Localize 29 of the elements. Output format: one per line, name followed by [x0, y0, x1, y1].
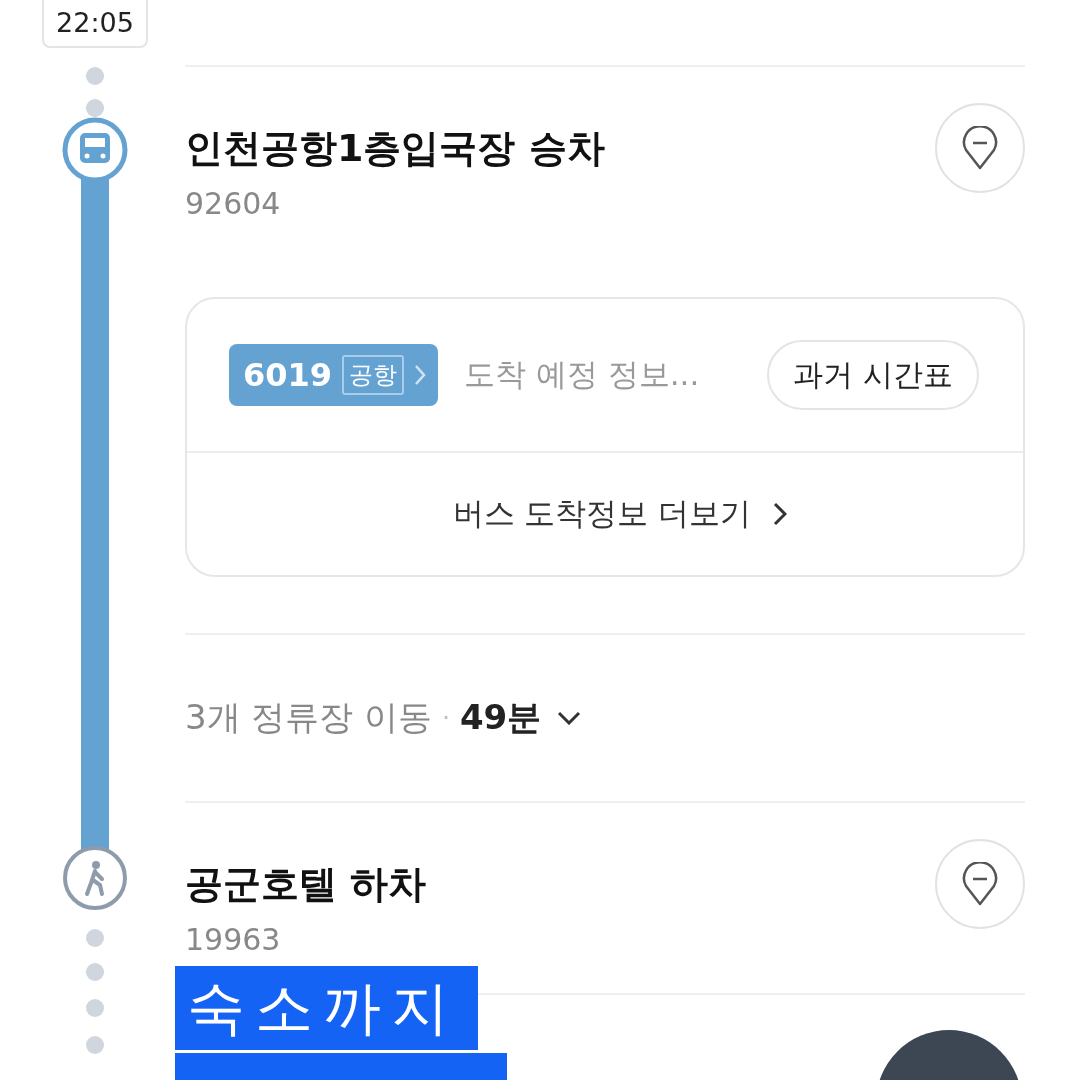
- separator-dot: ·: [442, 704, 450, 732]
- stop-code: 92604: [185, 186, 282, 221]
- departure-time: 22:05: [42, 0, 148, 48]
- arrival-info: 도착 예정 정보...: [464, 355, 701, 394]
- stop-code: 19963: [185, 922, 282, 957]
- map-pin-icon: [961, 126, 999, 170]
- route-number: 6019: [243, 356, 333, 394]
- stops-count: 3개 정류장 이동: [185, 696, 433, 739]
- more-arrivals-link[interactable]: 버스 도착정보 더보기: [187, 453, 1023, 575]
- route-dot: [86, 1036, 104, 1054]
- route-dot: [86, 963, 104, 981]
- route-dot: [86, 929, 104, 947]
- handwritten-note: 숙소까지: [175, 966, 478, 1050]
- walking-person-icon: [63, 846, 127, 910]
- stop-name: 공군호텔 하차: [185, 861, 427, 908]
- ride-summary[interactable]: 3개 정류장 이동 · 49분: [185, 635, 1025, 801]
- chevron-down-icon: [557, 711, 582, 725]
- map-pin-icon: [961, 862, 999, 906]
- ride-duration: 49분: [459, 696, 542, 739]
- more-arrivals-label: 버스 도착정보 더보기: [452, 494, 752, 533]
- timetable-button[interactable]: 과거 시간표: [767, 340, 979, 410]
- route-type-tag: 공항: [342, 355, 405, 395]
- route-dot: [86, 67, 104, 85]
- stop-name: 인천공항1층입국장 승차: [185, 125, 605, 172]
- chevron-right-icon: [414, 364, 427, 386]
- bus-stop-icon: [62, 117, 128, 183]
- route-dot: [86, 999, 104, 1017]
- chevron-right-icon: [773, 502, 788, 526]
- route-dot: [86, 99, 104, 117]
